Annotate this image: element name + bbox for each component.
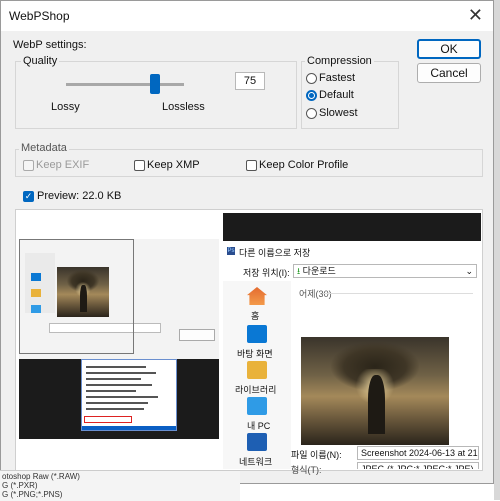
compression-slowest-label[interactable]: Slowest [319,107,358,119]
library-icon [247,361,267,379]
quality-slider-thumb[interactable] [149,74,160,94]
desktop-icon [247,325,267,343]
save-dialog-sidebar: 홈 바탕 화면 라이브러리 내 PC 네트워크 [223,281,291,469]
webpshop-dialog: WebPShop ✕ WebP settings: Quality Lossy … [0,0,494,484]
save-location-label: 저장 위치(I): [243,268,290,278]
preview-original-highlight [84,416,132,423]
window-title: WebPShop [9,9,70,23]
keep-xmp-label[interactable]: Keep XMP [147,159,200,171]
background-window-line: G (*.PNG;*.PNS) [2,490,63,499]
settings-heading: WebP settings: [13,39,87,51]
keep-exif-label: Keep EXIF [36,159,90,171]
sidebar-item-pc: 내 PC [247,421,271,431]
sidebar-item-library: 라이브러리 [235,385,277,395]
sidebar-item-home: 홈 [251,311,260,321]
quality-slider-track[interactable] [66,83,184,86]
background-window-line: otoshop Raw (*.RAW) [2,472,80,481]
keep-xmp-checkbox[interactable] [134,160,145,171]
format-select: JPEG (*.JPG;*.JPEG;*.JPE) [357,462,479,469]
preview-save-dialog: Ps 다른 이름으로 저장 저장 위치(I): ⭳ 다운로드 ⌄ 홈 바탕 화면… [223,241,481,475]
photoshop-icon: Ps [227,247,235,255]
compression-slowest-radio[interactable] [306,108,317,119]
quality-value-input[interactable]: 75 [235,72,265,90]
metadata-group-label: Metadata [19,142,69,154]
sidebar-item-network: 네트워크 [239,457,273,467]
network-icon [247,433,267,451]
format-label: 형식(T): [291,465,322,475]
preview-original-selected-row [82,426,176,430]
pc-icon [247,397,267,415]
preview-label[interactable]: Preview: 22.0 KB [37,190,121,202]
compression-fastest-radio[interactable] [306,73,317,84]
background-window-line: G (*.PXR) [2,481,38,490]
home-icon [247,287,267,305]
screenshot-thumbnail [301,337,449,445]
preview-checkbox[interactable]: ✓ [23,191,34,202]
background-window-right-strip [494,0,500,500]
cancel-button[interactable]: Cancel [417,63,481,83]
chevron-down-icon: ⌄ [465,266,473,276]
quality-min-label: Lossy [51,101,80,113]
filename-label: 파일 이름(N): [291,450,342,460]
compression-default-label[interactable]: Default [319,89,354,101]
preview-crop-rectangle[interactable] [19,239,134,354]
keep-color-profile-label[interactable]: Keep Color Profile [259,159,348,171]
preview-original-image[interactable] [19,239,219,439]
preview-original-format-dropdown [81,359,177,431]
compression-group-label: Compression [305,55,374,67]
file-group-divider [323,293,473,294]
keep-exif-checkbox [23,160,34,171]
quality-max-label: Lossless [162,101,205,113]
ok-button[interactable]: OK [417,39,481,59]
keep-color-profile-checkbox[interactable] [246,160,257,171]
filename-input: Screenshot 2024-06-13 at 21.32.26 [357,446,479,460]
title-bar: WebPShop ✕ [1,1,493,31]
save-dialog-title: 다른 이름으로 저장 [239,248,311,258]
compression-default-radio[interactable] [306,90,317,101]
preview-compressed-image[interactable]: Ps 다른 이름으로 저장 저장 위치(I): ⭳ 다운로드 ⌄ 홈 바탕 화면… [223,213,481,475]
close-icon[interactable]: ✕ [468,5,483,26]
save-location-select: ⭳ 다운로드 [293,264,477,278]
download-icon: ⭳ [297,266,301,276]
save-location-value: 다운로드 [302,266,336,276]
compression-fastest-label[interactable]: Fastest [319,72,355,84]
preview-original-save-button [179,329,215,341]
background-window-format-list: otoshop Raw (*.RAW) G (*.PXR) G (*.PNG;*… [0,470,240,501]
quality-group-label: Quality [21,55,60,67]
sidebar-item-desktop: 바탕 화면 [237,349,273,359]
